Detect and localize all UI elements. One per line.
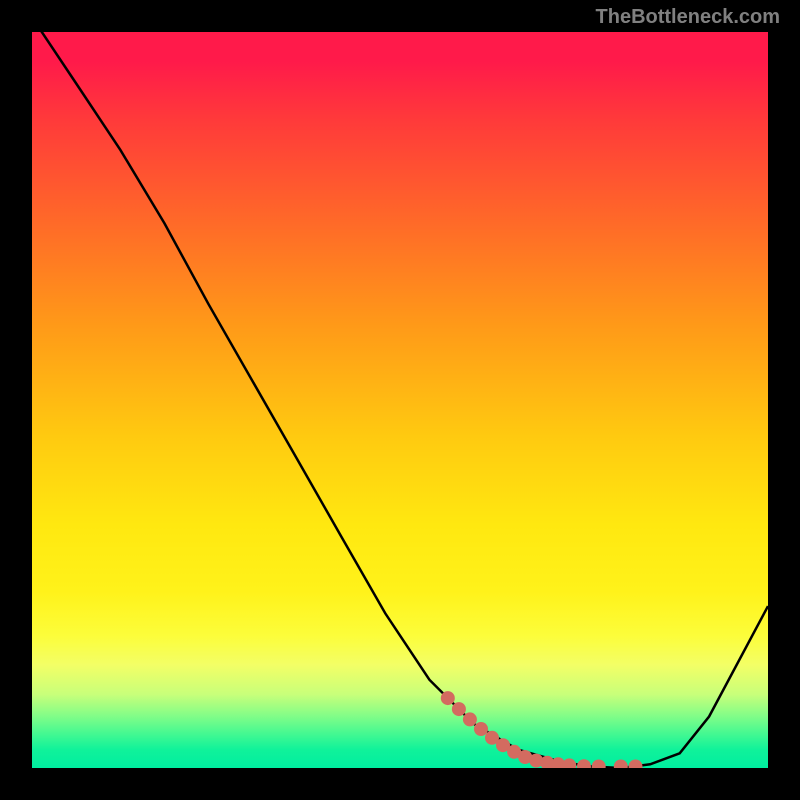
highlight-dot [474,722,488,736]
plot-area [32,32,768,768]
highlight-dot [614,760,628,769]
highlight-dot [592,760,606,769]
highlight-dot [629,760,643,769]
curve-path [32,32,768,768]
highlight-dot [577,759,591,768]
curve-line [32,32,768,768]
chart-container: TheBottleneck.com [0,0,800,800]
highlight-dot [463,712,477,726]
highlight-dots [441,691,643,768]
chart-overlay [32,32,768,768]
watermark-text: TheBottleneck.com [596,6,780,29]
highlight-dot [452,702,466,716]
highlight-dot [441,691,455,705]
highlight-dot [562,758,576,768]
